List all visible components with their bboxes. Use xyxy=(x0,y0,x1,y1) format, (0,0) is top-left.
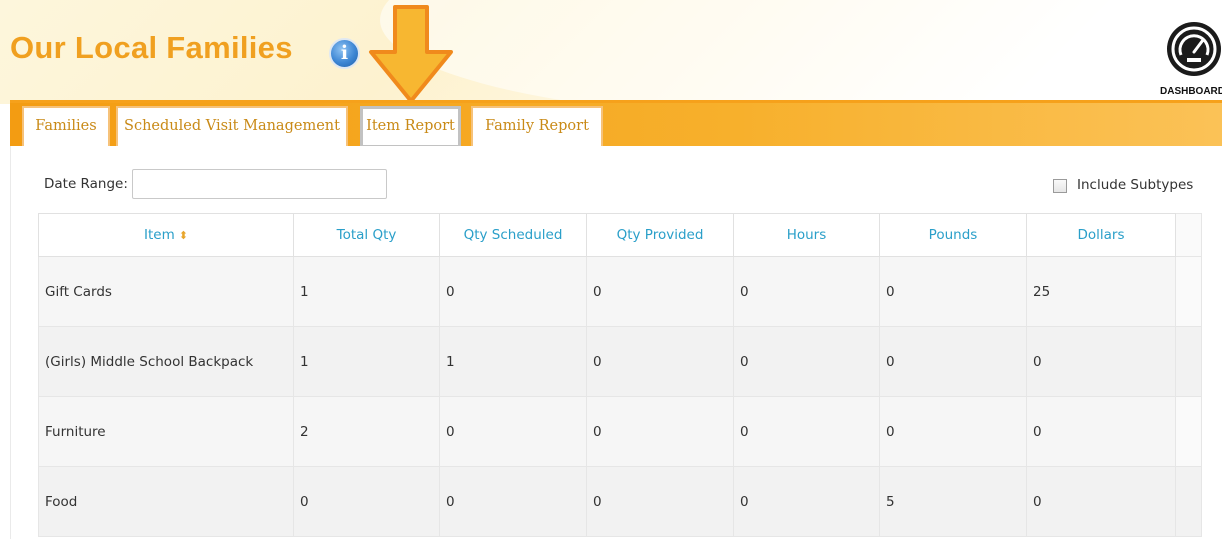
cell-hours: 0 xyxy=(733,466,880,537)
cell-qty-provided: 0 xyxy=(586,256,734,327)
tab-scheduled-visit-management[interactable]: Scheduled Visit Management xyxy=(116,106,348,146)
table-row[interactable]: Gift Cards 1 0 0 0 0 25 xyxy=(38,256,1202,327)
cell-qty-provided: 0 xyxy=(586,326,734,397)
page-title: Our Local Families xyxy=(10,30,293,65)
column-header-pounds[interactable]: Pounds xyxy=(879,213,1027,257)
tab-family-report[interactable]: Family Report xyxy=(471,106,603,146)
cell-qty-provided: 0 xyxy=(586,466,734,537)
tab-item-report[interactable]: Item Report xyxy=(360,106,461,148)
cell-item: (Girls) Middle School Backpack xyxy=(38,326,294,397)
cell-pounds: 0 xyxy=(879,396,1027,467)
cell-qty-scheduled: 0 xyxy=(439,466,587,537)
include-subtypes-label: Include Subtypes xyxy=(1077,177,1194,193)
column-header-hours[interactable]: Hours xyxy=(733,213,880,257)
dashboard-gauge-icon xyxy=(1167,22,1221,76)
scrollbar-gutter-cell xyxy=(1175,256,1202,327)
down-arrow-icon xyxy=(369,5,453,103)
scrollbar-gutter-cell xyxy=(1175,466,1202,537)
cell-qty-scheduled: 1 xyxy=(439,326,587,397)
cell-pounds: 5 xyxy=(879,466,1027,537)
cell-qty-scheduled: 0 xyxy=(439,396,587,467)
column-header-dollars[interactable]: Dollars xyxy=(1026,213,1176,257)
table-row[interactable]: (Girls) Middle School Backpack 1 1 0 0 0… xyxy=(38,326,1202,397)
column-header-qty-provided[interactable]: Qty Provided xyxy=(586,213,734,257)
column-header-qty-scheduled[interactable]: Qty Scheduled xyxy=(439,213,587,257)
cell-dollars: 0 xyxy=(1026,466,1176,537)
cell-total-qty: 1 xyxy=(293,256,440,327)
column-header-total-qty[interactable]: Total Qty xyxy=(293,213,440,257)
cell-total-qty: 0 xyxy=(293,466,440,537)
column-header-item-label: Item xyxy=(144,227,175,243)
cell-dollars: 0 xyxy=(1026,396,1176,467)
date-range-input[interactable] xyxy=(132,169,387,199)
cell-item: Furniture xyxy=(38,396,294,467)
include-subtypes-checkbox[interactable] xyxy=(1053,179,1067,193)
info-icon[interactable]: i xyxy=(329,38,360,69)
date-range-label: Date Range: xyxy=(44,176,128,192)
cell-total-qty: 2 xyxy=(293,396,440,467)
cell-qty-scheduled: 0 xyxy=(439,256,587,327)
cell-hours: 0 xyxy=(733,256,880,327)
sort-icon[interactable]: ⬍ xyxy=(179,229,188,242)
dashboard-label: DASHBOARD xyxy=(1160,86,1222,97)
cell-total-qty: 1 xyxy=(293,326,440,397)
dashboard-button[interactable]: DASHBOARD xyxy=(1160,22,1222,102)
scrollbar-gutter-cell xyxy=(1175,326,1202,397)
cell-hours: 0 xyxy=(733,326,880,397)
cell-item: Gift Cards xyxy=(38,256,294,327)
header-swoosh xyxy=(380,0,1222,104)
item-report-table: Item ⬍ Total Qty Qty Scheduled Qty Provid… xyxy=(38,213,1202,537)
table-row[interactable]: Furniture 2 0 0 0 0 0 xyxy=(38,396,1202,467)
cell-pounds: 0 xyxy=(879,256,1027,327)
scrollbar-gutter-cell xyxy=(1175,396,1202,467)
cell-qty-provided: 0 xyxy=(586,396,734,467)
cell-pounds: 0 xyxy=(879,326,1027,397)
tab-families[interactable]: Families xyxy=(22,106,110,146)
cell-dollars: 0 xyxy=(1026,326,1176,397)
table-row[interactable]: Food 0 0 0 0 5 0 xyxy=(38,466,1202,537)
cell-dollars: 25 xyxy=(1026,256,1176,327)
cell-hours: 0 xyxy=(733,396,880,467)
table-header-row: Item ⬍ Total Qty Qty Scheduled Qty Provid… xyxy=(38,213,1202,257)
column-header-item[interactable]: Item ⬍ xyxy=(38,213,294,257)
scrollbar-gutter xyxy=(1175,213,1202,257)
cell-item: Food xyxy=(38,466,294,537)
